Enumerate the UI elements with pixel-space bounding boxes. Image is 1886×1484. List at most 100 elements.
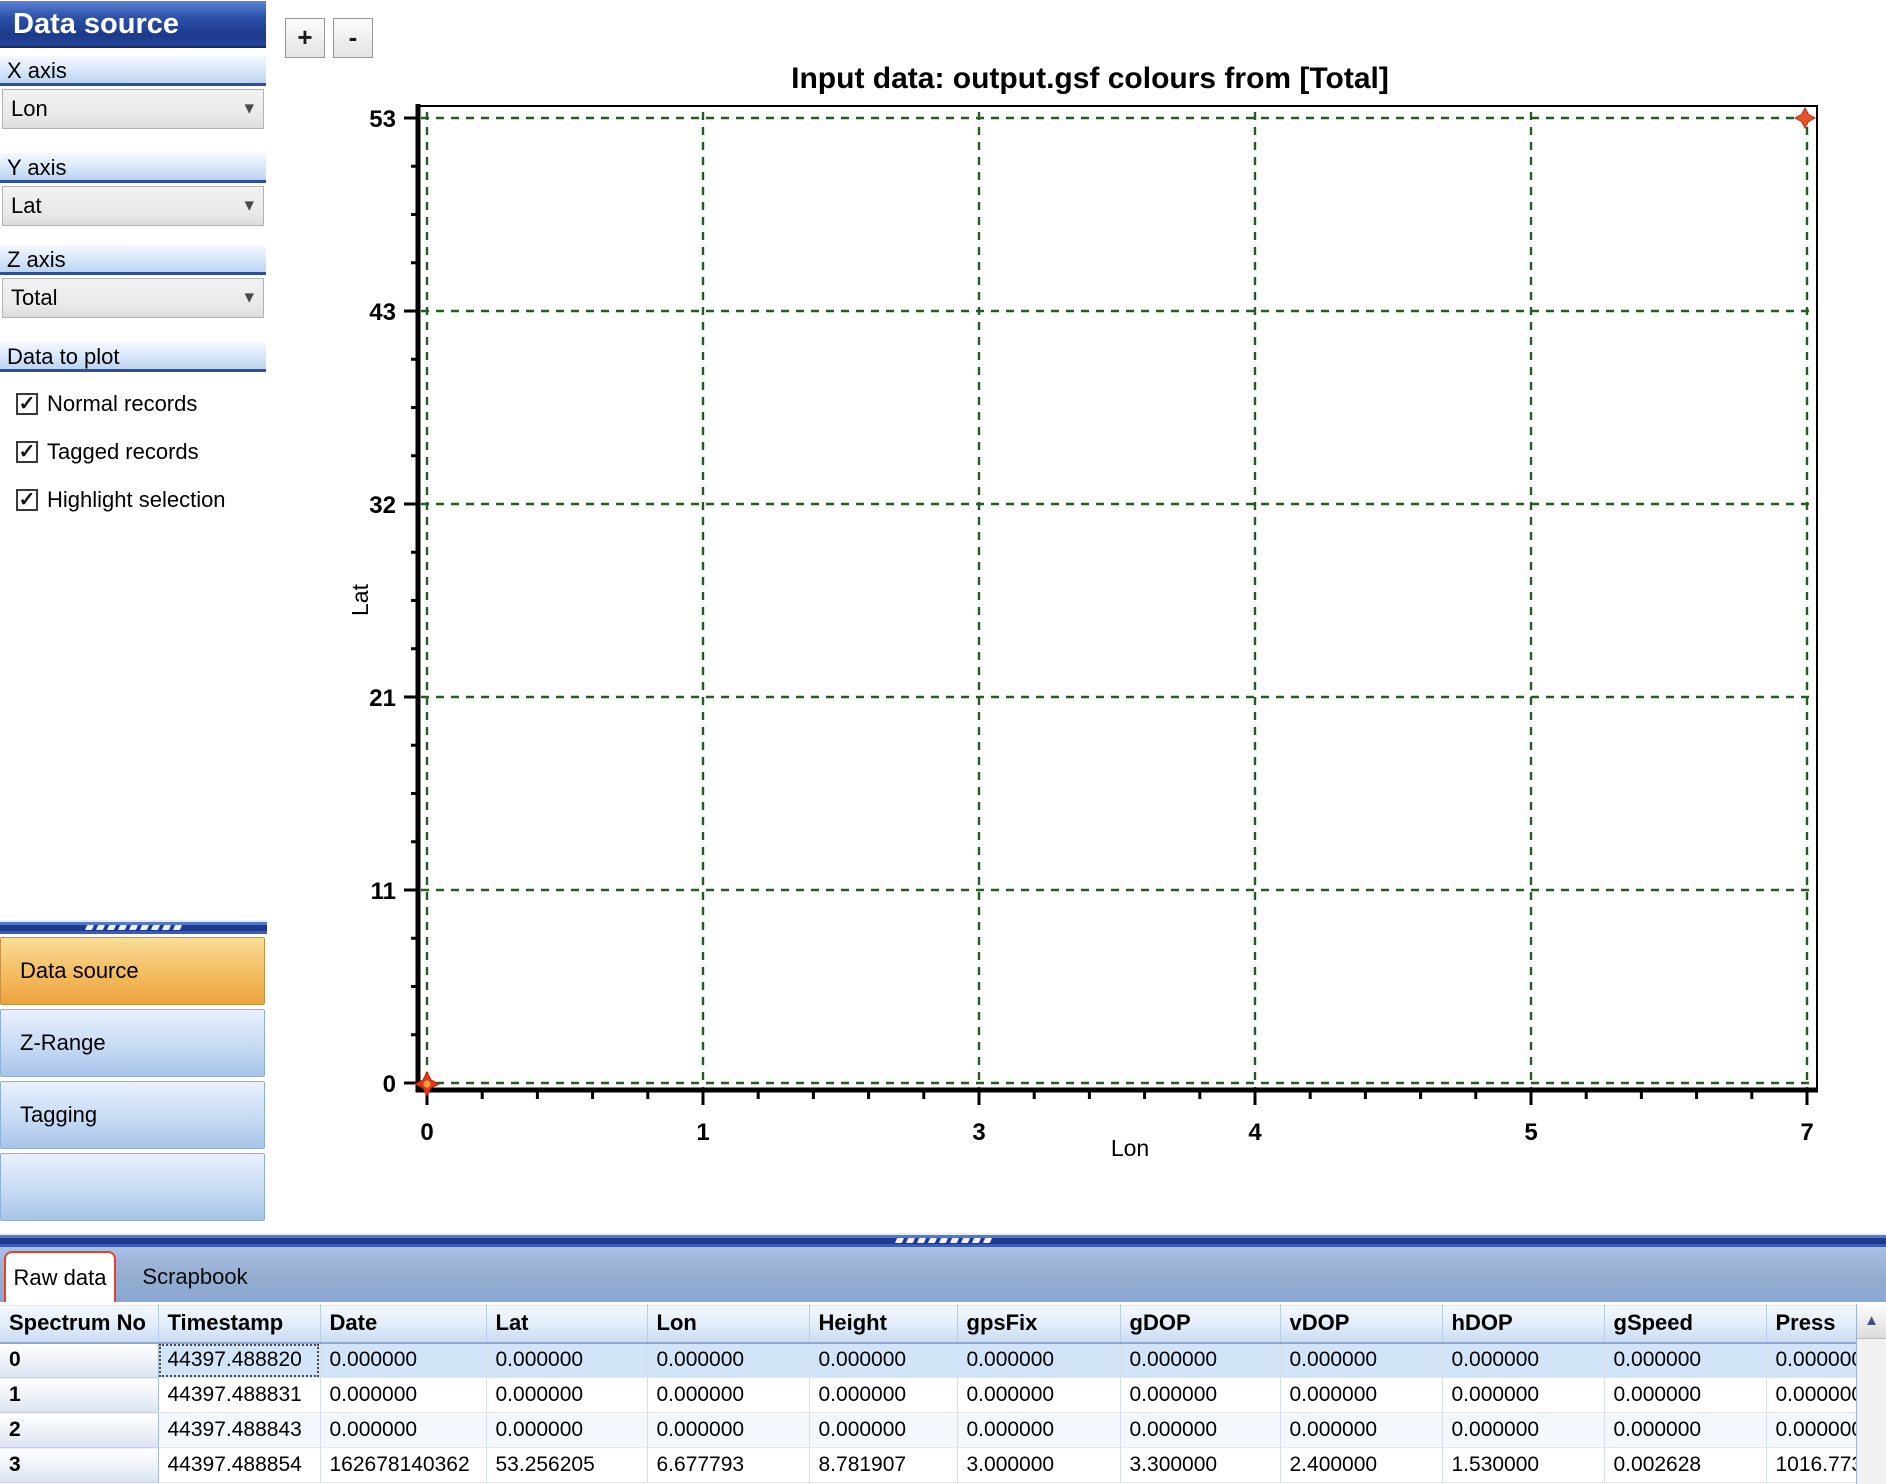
data-point-top-right[interactable] [1795, 108, 1815, 128]
col-header[interactable]: hDOP [1442, 1305, 1604, 1343]
col-header[interactable]: gDOP [1120, 1305, 1280, 1343]
table-row: 0 44397.488820 0.000000 0.000000 0.00000… [0, 1343, 1856, 1378]
cell[interactable]: 44397.488831 [158, 1378, 320, 1413]
cell[interactable]: 0.000000 [957, 1378, 1120, 1413]
cell[interactable]: 0.000000 [320, 1378, 486, 1413]
cell[interactable]: 0.000000 [957, 1413, 1120, 1448]
cell[interactable]: 0.000000 [1766, 1413, 1856, 1448]
tab-raw-data[interactable]: Raw data [4, 1251, 116, 1302]
cell[interactable]: 0.000000 [320, 1343, 486, 1378]
cell[interactable]: 0.000000 [1442, 1378, 1604, 1413]
cell[interactable]: 0.000000 [809, 1343, 957, 1378]
scroll-up-icon[interactable]: ▲ [1857, 1304, 1886, 1339]
plot-canvas[interactable]: Input data: output.gsf colours from [Tot… [270, 0, 1886, 1233]
cell[interactable]: 0.000000 [1280, 1413, 1442, 1448]
cell[interactable]: 0.000000 [1604, 1343, 1766, 1378]
cell[interactable]: 1.530000 [1442, 1448, 1604, 1483]
cell[interactable]: 0.000000 [809, 1378, 957, 1413]
checkbox-checked-icon[interactable]: ✓ [16, 441, 38, 463]
cell[interactable]: 2.400000 [1280, 1448, 1442, 1483]
cell[interactable]: 0.000000 [957, 1343, 1120, 1378]
cell[interactable]: 53.256205 [486, 1448, 647, 1483]
cell[interactable]: 162678140362 [320, 1448, 486, 1483]
cell[interactable]: 1016.7732 [1766, 1448, 1856, 1483]
cell[interactable]: 0.000000 [1766, 1343, 1856, 1378]
bottom-tab-strip [0, 1247, 1886, 1302]
col-header[interactable]: Spectrum No [0, 1305, 158, 1343]
cell[interactable]: 6.677793 [647, 1448, 809, 1483]
cell[interactable]: 0.000000 [1766, 1378, 1856, 1413]
cell[interactable]: 0.000000 [1280, 1378, 1442, 1413]
cell[interactable]: 0.000000 [1442, 1343, 1604, 1378]
col-header[interactable]: Press [1766, 1305, 1856, 1343]
accordion-z-range-button[interactable]: Z-Range [0, 1009, 265, 1077]
cell[interactable]: 0.000000 [1120, 1378, 1280, 1413]
row-header[interactable]: 2 [0, 1413, 158, 1448]
cell[interactable]: 0.000000 [486, 1413, 647, 1448]
y-axis-dropdown[interactable]: Lat ▾ [2, 186, 264, 226]
cell[interactable]: 0.000000 [486, 1343, 647, 1378]
sidebar-splitter[interactable] [0, 920, 267, 934]
cell[interactable]: 0.000000 [647, 1413, 809, 1448]
plot-frame [416, 104, 1818, 1092]
y-tick: 11 [371, 878, 396, 905]
col-header[interactable]: gSpeed [1604, 1305, 1766, 1343]
cell[interactable]: 8.781907 [809, 1448, 957, 1483]
table-row: 2 44397.488843 0.000000 0.000000 0.00000… [0, 1413, 1856, 1448]
cell[interactable]: 0.000000 [1604, 1378, 1766, 1413]
col-header[interactable]: gpsFix [957, 1305, 1120, 1343]
col-header[interactable]: Date [320, 1305, 486, 1343]
col-header[interactable]: Height [809, 1305, 957, 1343]
z-axis-dropdown[interactable]: Total ▾ [2, 278, 264, 318]
y-tick: 32 [369, 492, 396, 519]
cell[interactable]: 0.000000 [647, 1378, 809, 1413]
cell[interactable]: 44397.488843 [158, 1413, 320, 1448]
cell[interactable]: 0.000000 [1604, 1413, 1766, 1448]
cell[interactable]: 0.000000 [320, 1413, 486, 1448]
splitter-grip [896, 1238, 991, 1243]
checkbox-checked-icon[interactable]: ✓ [16, 489, 38, 511]
accordion-data-source-button[interactable]: Data source [0, 937, 265, 1005]
col-header[interactable]: vDOP [1280, 1305, 1442, 1343]
checkbox-highlight-selection[interactable]: ✓ Highlight selection [16, 485, 226, 515]
cell[interactable]: 0.000000 [1120, 1413, 1280, 1448]
checkbox-tagged-records[interactable]: ✓ Tagged records [16, 437, 199, 467]
x-tick: 3 [972, 1119, 985, 1146]
accordion-label: Z-Range [20, 1030, 106, 1056]
x-tick: 0 [420, 1119, 433, 1146]
col-header[interactable]: Lat [486, 1305, 647, 1343]
table-scrollbar[interactable]: ▲ [1856, 1304, 1886, 1484]
chevron-down-icon: ▾ [244, 187, 254, 225]
cell[interactable]: 3.000000 [957, 1448, 1120, 1483]
cell[interactable]: 0.000000 [1120, 1343, 1280, 1378]
checkbox-normal-records[interactable]: ✓ Normal records [16, 389, 197, 419]
cell[interactable]: 0.000000 [809, 1413, 957, 1448]
row-header[interactable]: 1 [0, 1378, 158, 1413]
accordion-label: Tagging [20, 1102, 97, 1128]
x-tick: 1 [696, 1119, 709, 1146]
col-header[interactable]: Lon [647, 1305, 809, 1343]
tab-scrapbook[interactable]: Scrapbook [130, 1251, 260, 1302]
y-tick-labels: 53 43 32 21 11 0 [369, 106, 396, 1098]
z-axis-section-header: Z axis [0, 244, 266, 275]
cell[interactable]: 0.000000 [486, 1378, 647, 1413]
cell[interactable]: 3.300000 [1120, 1448, 1280, 1483]
accordion-tagging-button[interactable]: Tagging [0, 1081, 265, 1149]
cell[interactable]: 0.000000 [1280, 1343, 1442, 1378]
checkbox-label: Tagged records [47, 439, 199, 465]
accordion-empty-button[interactable] [0, 1153, 265, 1221]
cell[interactable]: 0.000000 [1442, 1413, 1604, 1448]
table-row: 3 44397.488854 162678140362 53.256205 6.… [0, 1448, 1856, 1483]
cell[interactable]: 0.002628 [1604, 1448, 1766, 1483]
row-header[interactable]: 3 [0, 1448, 158, 1483]
cell[interactable]: 0.000000 [647, 1343, 809, 1378]
y-tick: 53 [369, 106, 396, 133]
row-header[interactable]: 0 [0, 1343, 158, 1378]
y-axis-label: Lat [347, 583, 373, 616]
horizontal-splitter[interactable] [0, 1233, 1886, 1247]
col-header[interactable]: Timestamp [158, 1305, 320, 1343]
cell[interactable]: 44397.488854 [158, 1448, 320, 1483]
x-axis-dropdown[interactable]: Lon ▾ [2, 89, 264, 129]
cell-timestamp[interactable]: 44397.488820 [158, 1343, 320, 1378]
checkbox-checked-icon[interactable]: ✓ [16, 393, 38, 415]
